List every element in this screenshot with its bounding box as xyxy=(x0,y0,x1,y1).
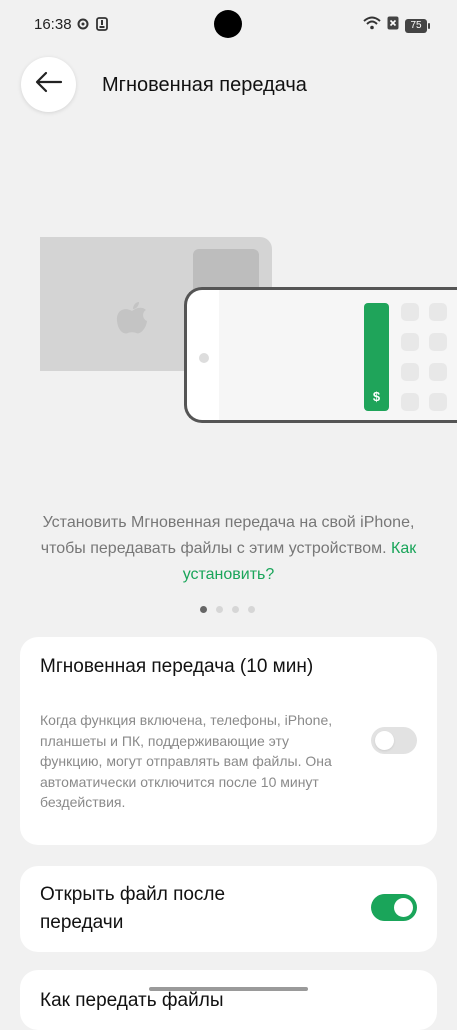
camera-cutout xyxy=(214,10,242,38)
instant-transfer-setting[interactable]: Мгновенная передача (10 мин) Когда функц… xyxy=(20,637,437,845)
status-time: 16:38 xyxy=(34,16,72,33)
settings-gear-icon xyxy=(76,17,90,36)
transfer-progress-bar: $ xyxy=(364,303,389,411)
app-placeholder-icon xyxy=(401,303,419,321)
page-dot xyxy=(216,606,223,613)
toggle-knob xyxy=(375,731,394,750)
phone-camera-dot xyxy=(199,353,209,363)
open-after-transfer-setting[interactable]: Открыть файл после передачи xyxy=(20,866,437,952)
app-placeholder-icon xyxy=(429,363,447,381)
phone-illustration: $ xyxy=(184,287,457,423)
battery-indicator: 75 xyxy=(405,18,430,33)
app-placeholder-icon xyxy=(401,393,419,411)
page-dot xyxy=(200,606,207,613)
status-left-icons xyxy=(76,17,108,36)
toggle-knob xyxy=(394,898,413,917)
download-icon xyxy=(96,17,108,36)
apple-logo-icon xyxy=(112,301,152,342)
app-placeholder-icon xyxy=(429,333,447,351)
instant-transfer-toggle[interactable] xyxy=(371,727,417,754)
app-placeholder-icon xyxy=(401,333,419,351)
phone-screen: $ xyxy=(219,290,457,420)
setting-description: Когда функция включена, телефоны, iPhone… xyxy=(40,712,333,810)
install-description: Установить Мгновенная передача на свой i… xyxy=(30,510,427,588)
setting-title: Мгновенная передача (10 мин) xyxy=(40,656,314,677)
page-title: Мгновенная передача xyxy=(102,74,307,96)
back-button[interactable] xyxy=(21,57,76,112)
app-placeholder-icon xyxy=(429,303,447,321)
status-right-icons: 75 xyxy=(363,16,430,35)
setting-title: Как передать файлы xyxy=(40,990,224,1011)
arrow-left-icon xyxy=(35,71,63,98)
app-placeholder-icon xyxy=(401,363,419,381)
description-text: Установить Мгновенная передача на свой i… xyxy=(40,514,415,557)
status-bar: 16:38 75 xyxy=(0,0,457,52)
wifi-icon xyxy=(363,16,381,35)
no-sim-icon xyxy=(387,16,399,35)
page-dot xyxy=(248,606,255,613)
open-after-transfer-toggle[interactable] xyxy=(371,894,417,921)
page-dot xyxy=(232,606,239,613)
transfer-illustration: $ xyxy=(0,220,457,440)
how-to-transfer-item[interactable]: Как передать файлы xyxy=(20,970,437,1030)
setting-title: Открыть файл после передачи xyxy=(40,884,226,933)
home-indicator[interactable] xyxy=(149,987,308,991)
app-placeholder-icon xyxy=(429,393,447,411)
dollar-icon: $ xyxy=(372,389,381,404)
page-indicator xyxy=(200,606,255,613)
